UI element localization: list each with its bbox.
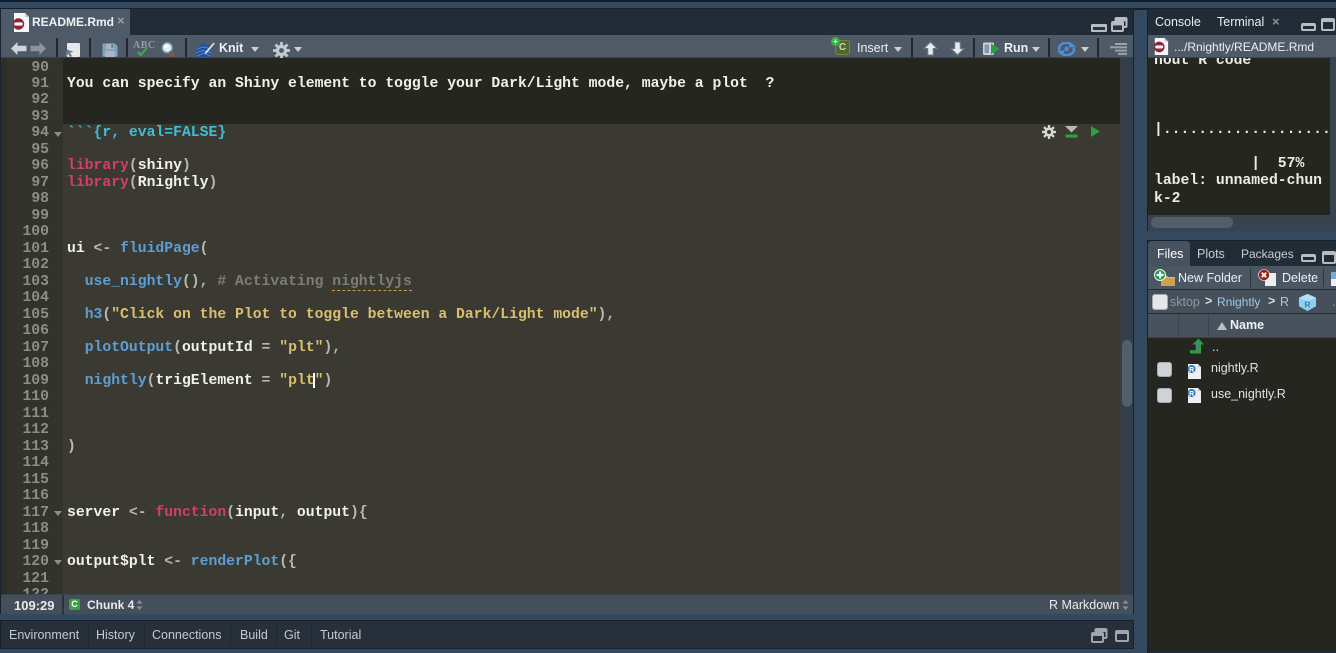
svg-text:R: R <box>1304 299 1310 309</box>
svg-text:R: R <box>1189 391 1194 398</box>
svg-text:R: R <box>1189 367 1194 374</box>
